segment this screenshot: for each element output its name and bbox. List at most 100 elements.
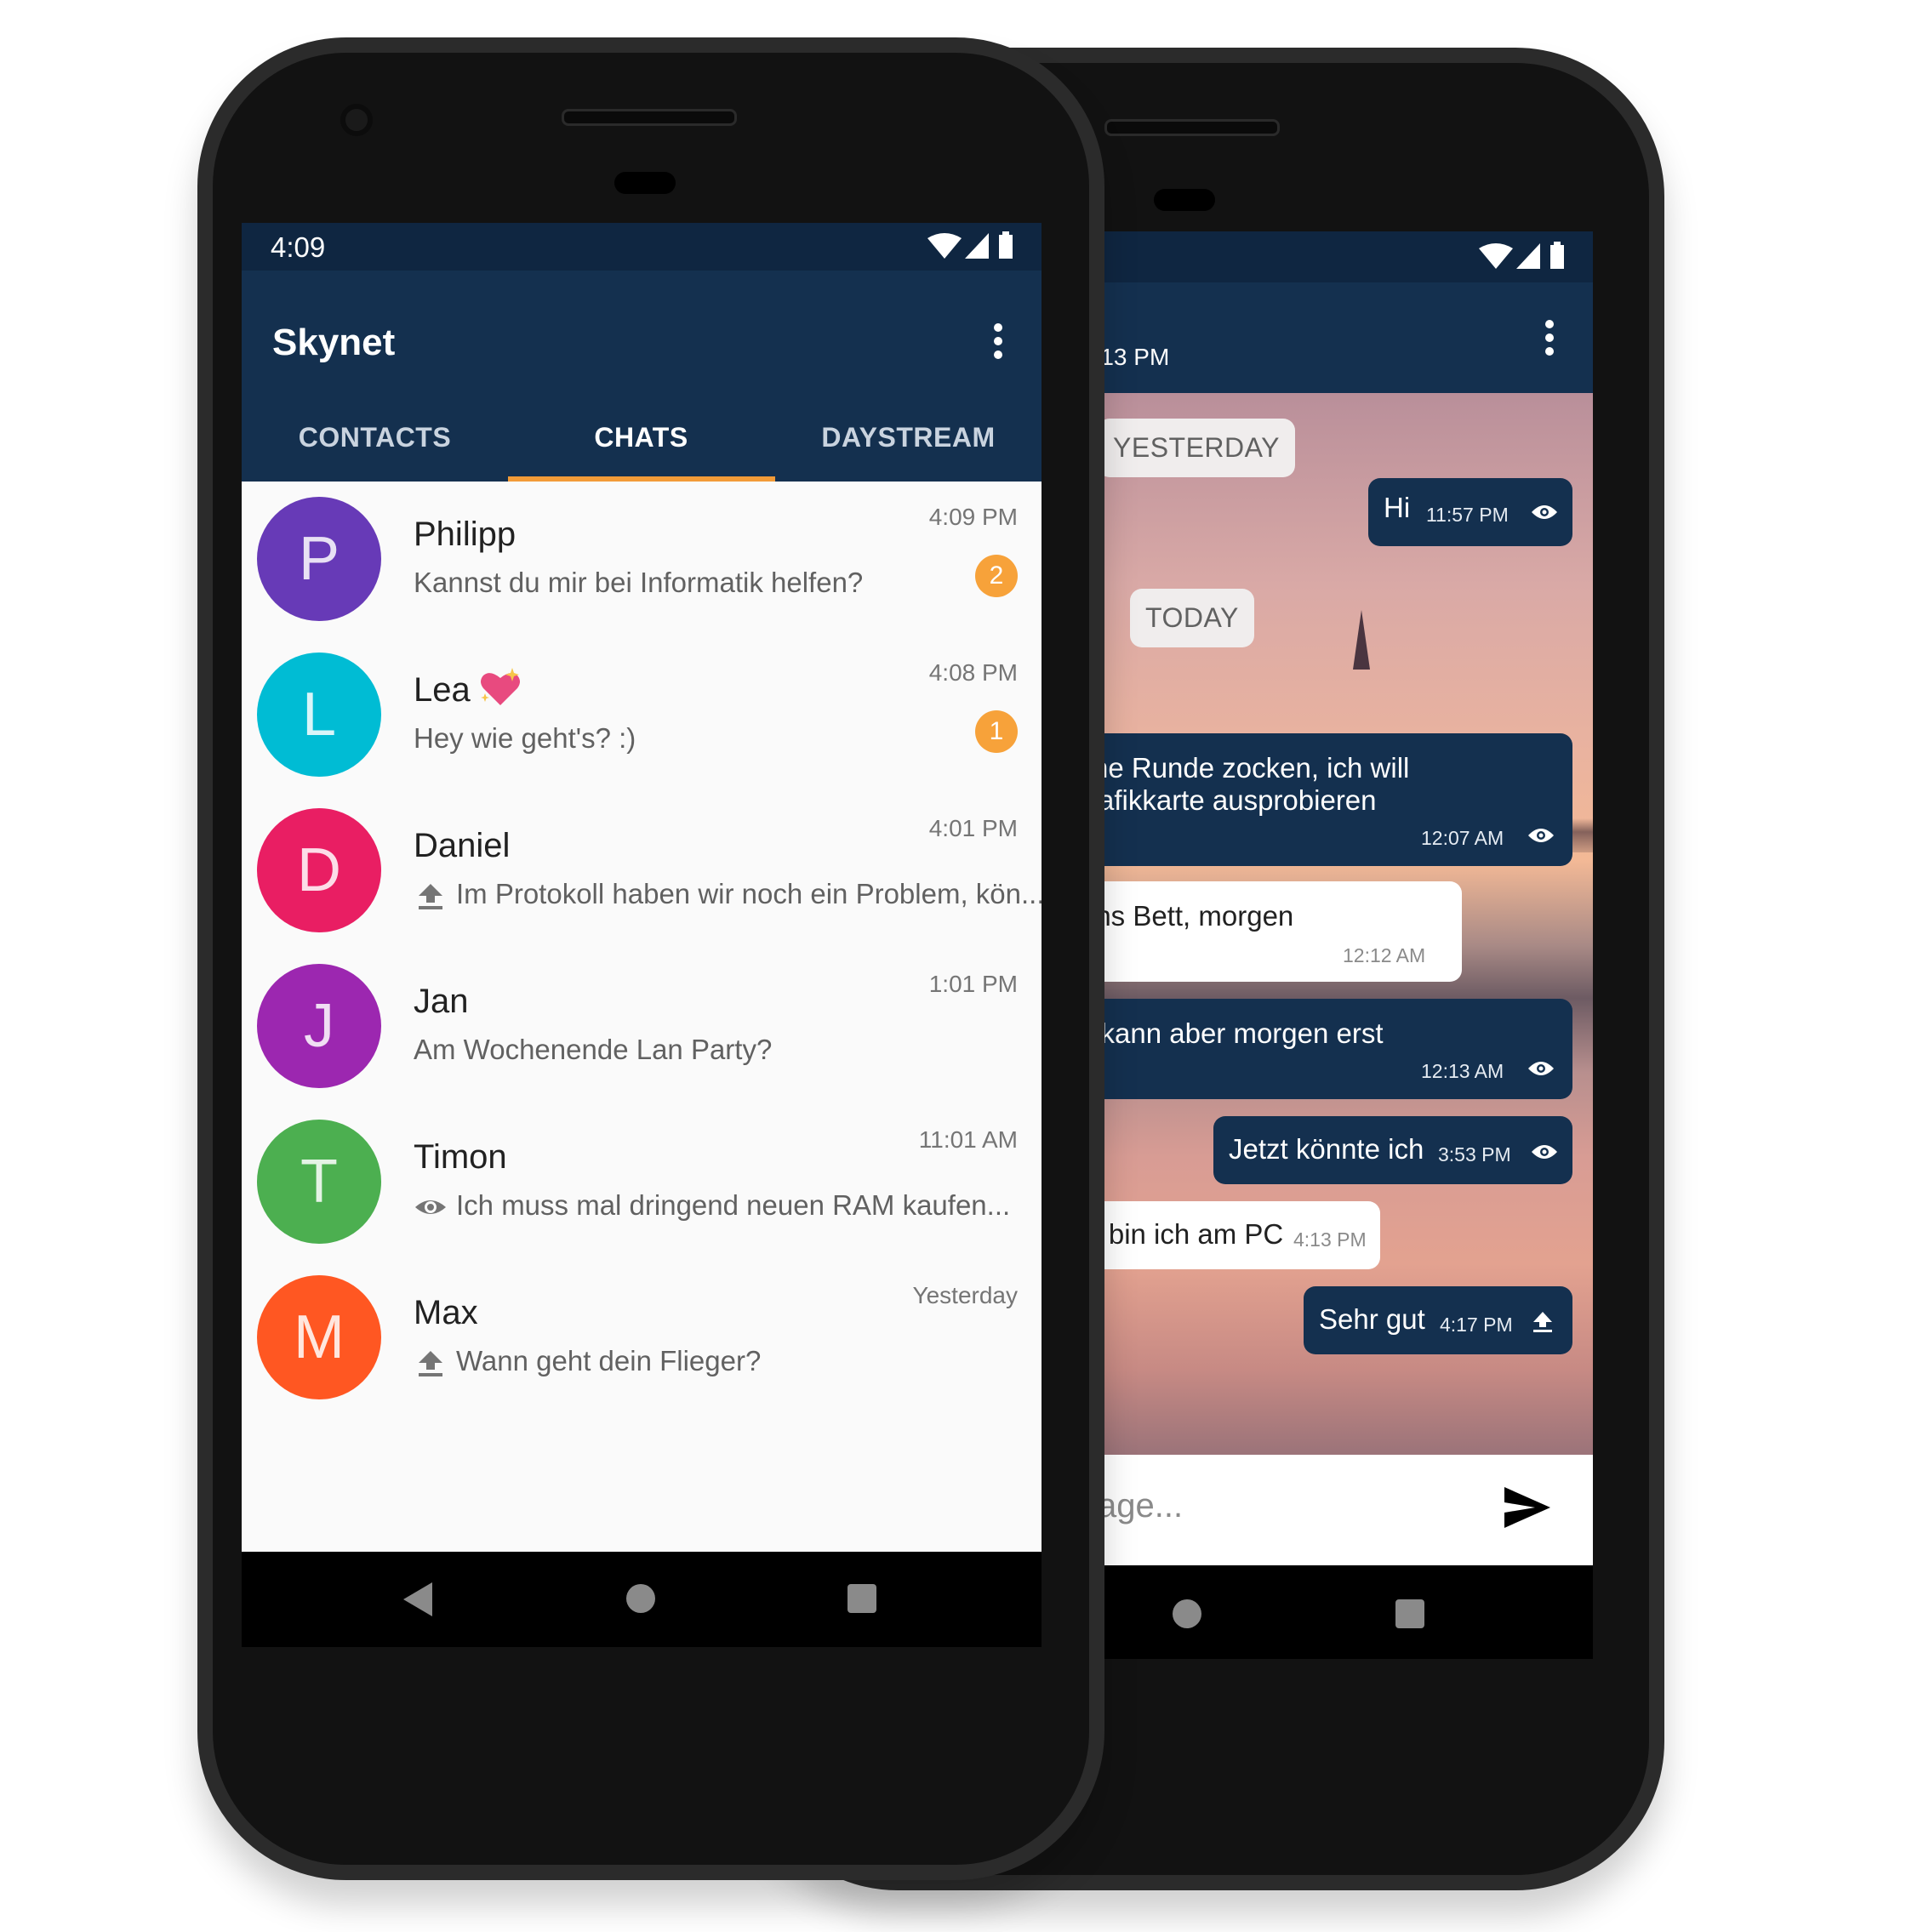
- avatar: T: [257, 1120, 381, 1244]
- tab-daystream[interactable]: DAYSTREAM: [775, 422, 1042, 453]
- message-bubble[interactable]: zt bin ich am PC 4:13 PM: [1081, 1201, 1380, 1269]
- chat-time: 4:08 PM: [928, 659, 1018, 686]
- message-time: 12:12 AM: [1343, 944, 1426, 966]
- navigation-bar: [1081, 1565, 1593, 1659]
- earpiece: [1154, 189, 1215, 211]
- message-text: zt bin ich am PC: [1081, 1218, 1284, 1250]
- wifi-icon: [927, 233, 962, 259]
- chat-preview: Ich muss mal dringend neuen RAM kaufen..…: [456, 1189, 1011, 1221]
- contact-name: Jan: [414, 983, 469, 1020]
- seen-eye-icon: [1528, 829, 1554, 842]
- battery-icon: [1550, 242, 1564, 269]
- avatar: D: [257, 808, 381, 932]
- status-bar: 4:09: [242, 223, 1042, 271]
- back-nav-icon[interactable]: [403, 1582, 432, 1616]
- seen-eye-icon: [1528, 1062, 1554, 1075]
- navigation-bar: [242, 1552, 1042, 1647]
- message-time: 4:17 PM: [1440, 1314, 1513, 1336]
- sparkling-heart-icon: [481, 668, 520, 705]
- speaker-grille: [562, 109, 737, 126]
- seen-eye-icon: [1532, 505, 1557, 519]
- message-bubble[interactable]: ne Runde zocken, ich will rafikkarte aus…: [1081, 733, 1572, 866]
- contact-name: Max: [414, 1294, 478, 1331]
- seen-eye-icon: [415, 1200, 446, 1214]
- chats-screen: 4:09 Skynet CONTACTS CHATS DAYSTREAM P P…: [242, 223, 1042, 1552]
- overflow-menu-icon[interactable]: [1545, 320, 1554, 361]
- signal-icon: [1516, 243, 1540, 269]
- avatar: J: [257, 964, 381, 1088]
- message-text: Sehr gut: [1319, 1303, 1425, 1335]
- tab-chats[interactable]: CHATS: [508, 422, 774, 453]
- tab-contacts[interactable]: CONTACTS: [242, 422, 508, 453]
- chat-app-bar: 4:13 PM: [1081, 282, 1593, 393]
- message-text: Jetzt könnte ich: [1229, 1133, 1424, 1165]
- unread-badge: 1: [975, 710, 1018, 753]
- chat-list-item[interactable]: L Lea 4:08 PM Hey wie geht's? :) 1: [242, 637, 1042, 793]
- app-bar: Skynet CONTACTS CHATS DAYSTREAM: [242, 271, 1042, 482]
- message-bubble[interactable]: Jetzt könnte ich 3:53 PM: [1213, 1116, 1572, 1184]
- church-spire: [1353, 610, 1370, 670]
- date-chip-today: TODAY: [1130, 589, 1254, 647]
- signal-icon: [965, 233, 989, 259]
- chat-time: 11:01 AM: [918, 1126, 1018, 1153]
- message-text-line1: ne Runde zocken, ich will: [1093, 752, 1410, 784]
- unread-badge: 2: [975, 555, 1018, 597]
- chat-time: 4:01 PM: [928, 815, 1018, 841]
- chat-preview: Hey wie geht's? :): [414, 722, 636, 754]
- message-bubble[interactable]: Hi 11:57 PM: [1368, 478, 1572, 546]
- battery-icon: [999, 231, 1013, 259]
- contact-name: Lea: [414, 671, 471, 709]
- avatar: P: [257, 497, 381, 621]
- sent-upload-icon: [1533, 1312, 1552, 1332]
- speaker-grille: [1104, 119, 1280, 136]
- chat-preview: Wann geht dein Flieger?: [456, 1345, 762, 1376]
- overflow-menu-icon[interactable]: [994, 323, 1002, 364]
- chat-time: 1:01 PM: [928, 971, 1018, 997]
- earpiece: [614, 172, 676, 194]
- chat-preview: Am Wochenende Lan Party?: [414, 1034, 773, 1065]
- chat-preview: Im Protokoll haben wir noch ein Problem,…: [456, 878, 1042, 909]
- chat-wallpaper: YESTERDAY Hi 11:57 PM TODAY ne Runde zoc…: [1081, 393, 1593, 1455]
- chat-time: 4:09 PM: [928, 504, 1018, 530]
- chat-list-item[interactable]: J Jan 1:01 PM Am Wochenende Lan Party?: [242, 949, 1042, 1104]
- contact-name: Timon: [414, 1138, 507, 1176]
- chat-screen: 4:13 PM YESTERDAY Hi 11:57 PM TODAY ne R…: [1081, 231, 1593, 1565]
- avatar: M: [257, 1275, 381, 1399]
- message-text: n kann aber morgen erst: [1081, 1017, 1384, 1049]
- chat-list-item[interactable]: P Philipp 4:09 PM Kannst du mir bei Info…: [242, 482, 1042, 637]
- home-nav-icon[interactable]: [1173, 1599, 1201, 1628]
- status-time: 4:09: [271, 231, 326, 263]
- sent-upload-icon: [419, 884, 442, 909]
- message-time: 4:13 PM: [1293, 1228, 1367, 1251]
- date-chip-yesterday: YESTERDAY: [1098, 419, 1295, 477]
- message-text: ins Bett, morgen: [1089, 900, 1294, 932]
- contact-name: Philipp: [414, 516, 516, 553]
- front-camera: [340, 104, 373, 136]
- message-time: 12:13 AM: [1421, 1060, 1504, 1082]
- sent-upload-icon: [419, 1351, 442, 1376]
- contact-name: Daniel: [414, 827, 511, 864]
- message-bubble[interactable]: Sehr gut 4:17 PM: [1304, 1286, 1572, 1354]
- chat-time: Yesterday: [912, 1282, 1019, 1308]
- message-time: 12:07 AM: [1421, 827, 1504, 849]
- chat-list-item[interactable]: T Timon 11:01 AM Ich muss mal dringend n…: [242, 1104, 1042, 1260]
- seen-eye-icon: [1532, 1145, 1557, 1159]
- recents-nav-icon[interactable]: [1395, 1599, 1424, 1628]
- message-input-bar[interactable]: sage...: [1081, 1455, 1593, 1565]
- chat-list-item[interactable]: M Max Yesterday Wann geht dein Flieger?: [242, 1260, 1042, 1416]
- recents-nav-icon[interactable]: [848, 1584, 876, 1613]
- wifi-icon: [1479, 243, 1513, 269]
- chat-preview: Kannst du mir bei Informatik helfen?: [414, 567, 864, 598]
- message-time: 3:53 PM: [1438, 1143, 1511, 1165]
- send-icon[interactable]: [1504, 1487, 1550, 1528]
- message-text: Hi: [1384, 492, 1411, 523]
- message-bubble[interactable]: n kann aber morgen erst 12:13 AM: [1081, 999, 1572, 1099]
- status-bar: [1081, 231, 1593, 282]
- app-title: Skynet: [272, 322, 396, 363]
- message-bubble[interactable]: ins Bett, morgen 12:12 AM: [1081, 881, 1462, 982]
- message-time: 11:57 PM: [1426, 504, 1509, 526]
- message-text-line2: rafikkarte ausprobieren: [1089, 784, 1377, 816]
- chat-list-item[interactable]: D Daniel 4:01 PM Im Protokoll haben wir …: [242, 793, 1042, 949]
- avatar: L: [257, 653, 381, 777]
- home-nav-icon[interactable]: [626, 1584, 655, 1613]
